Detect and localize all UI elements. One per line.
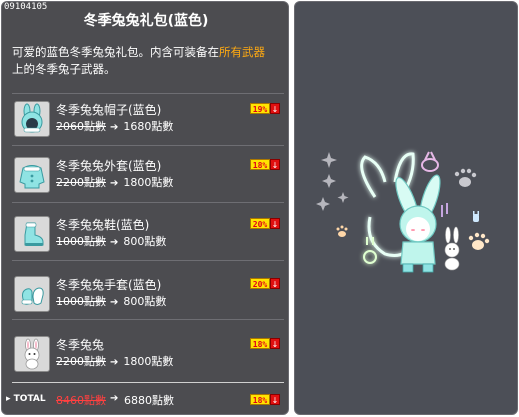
coat-icon <box>14 157 50 193</box>
discount-badge: 20% ↓ <box>250 278 280 289</box>
sale-price: 1800點數 <box>123 355 174 368</box>
arrow-down-icon: ↓ <box>270 278 280 289</box>
description-highlight: 所有武器 <box>219 45 265 59</box>
item-name: 冬季兔兔 <box>56 338 105 352</box>
item-name: 冬季兔兔手套(蓝色) <box>56 278 162 292</box>
bunny-head-icon <box>421 151 439 172</box>
list-item-shoes[interactable]: 冬季兔兔鞋(蓝色) 1000點數 ➔ 800點數 20% ↓ <box>12 214 284 256</box>
description-text-2: 上的冬季兔子武器。 <box>12 62 116 76</box>
original-price: 1000點數 <box>56 235 106 248</box>
discount-percent: 20% <box>250 218 270 229</box>
character-sprite <box>395 174 441 273</box>
price-line: 2060點數 ➔ 1680點數 <box>56 118 173 134</box>
discount-badge: 18% ↓ <box>250 338 280 349</box>
divider <box>12 202 284 203</box>
divider <box>12 260 284 261</box>
divider <box>12 93 284 94</box>
arrow-down-icon: ↓ <box>270 103 280 114</box>
arrow-right-icon: ➔ <box>110 297 119 308</box>
paw-print-small-icon <box>336 225 348 237</box>
discount-badge: 19% ↓ <box>250 103 280 114</box>
list-item-hat[interactable]: 冬季兔兔帽子(蓝色) 2060點數 ➔ 1680點數 19% ↓ <box>12 99 284 141</box>
arrow-down-icon: ↓ <box>270 394 280 405</box>
arrow-right-icon: ➔ <box>110 393 119 404</box>
feather-icon <box>441 203 448 217</box>
bunny-pet-icon <box>444 226 460 271</box>
item-name: 冬季兔兔鞋(蓝色) <box>56 218 150 232</box>
gloves-icon <box>14 276 50 312</box>
discount-badge: 18% ↓ <box>250 159 280 170</box>
discount-percent: 18% <box>250 159 270 170</box>
item-name: 冬季兔兔外套(蓝色) <box>56 159 162 173</box>
price-line: 1000點數 ➔ 800點數 <box>56 293 166 309</box>
discount-percent: 20% <box>250 278 270 289</box>
arrow-right-icon: ➔ <box>110 357 119 368</box>
price-line: 2200點數 ➔ 1800點數 <box>56 353 173 369</box>
small-glow-bunny-icon <box>363 237 377 264</box>
paw-print-icon <box>454 168 477 187</box>
divider <box>12 319 284 320</box>
package-description: 可爱的蓝色冬季兔兔礼包。内含可装备在所有武器上的冬季兔子武器。 <box>12 44 284 78</box>
list-item-coat[interactable]: 冬季兔兔外套(蓝色) 2200點數 ➔ 1800點數 18% ↓ <box>12 155 284 197</box>
original-price: 2060點數 <box>56 120 106 133</box>
divider <box>12 145 284 146</box>
list-item-gloves[interactable]: 冬季兔兔手套(蓝色) 1000點數 ➔ 800點數 20% ↓ <box>12 274 284 316</box>
original-price: 1000點數 <box>56 295 106 308</box>
list-item-bunny[interactable]: 冬季兔兔 2200點數 ➔ 1800點數 18% ↓ <box>12 334 284 376</box>
sale-price: 800點數 <box>123 295 167 308</box>
character-preview-panel <box>294 1 518 415</box>
shoes-icon <box>14 216 50 252</box>
price-line: 1000點數 ➔ 800點數 <box>56 233 166 249</box>
total-divider <box>12 382 284 383</box>
arrow-right-icon: ➔ <box>110 237 119 248</box>
sale-price: 1800點數 <box>123 176 174 189</box>
price-line: 2200點數 ➔ 1800點數 <box>56 174 173 190</box>
discount-badge: 20% ↓ <box>250 218 280 229</box>
bunny-weapon-icon <box>14 336 50 372</box>
tiny-bunny-icon <box>473 211 479 222</box>
package-title: 冬季兔兔礼包(蓝色) <box>83 13 209 29</box>
arrow-right-icon: ➔ <box>110 178 119 189</box>
character-preview <box>316 151 490 273</box>
original-price: 2200點數 <box>56 176 106 189</box>
total-discount-badge: 18% ↓ <box>250 394 280 405</box>
total-original-price: 8460點數 <box>56 394 106 407</box>
arrow-down-icon: ↓ <box>270 218 280 229</box>
discount-percent: 18% <box>250 338 270 349</box>
arrow-down-icon: ↓ <box>270 159 280 170</box>
bunny-hat-icon <box>14 101 50 137</box>
sale-price: 1680點數 <box>123 120 174 133</box>
paw-print-icon <box>468 232 490 250</box>
discount-percent: 19% <box>250 103 270 114</box>
total-price: 6880點數 <box>124 394 174 407</box>
original-price: 2200點數 <box>56 355 106 368</box>
description-text: 可爱的蓝色冬季兔兔礼包。内含可装备在 <box>12 45 219 59</box>
arrow-down-icon: ↓ <box>270 338 280 349</box>
item-name: 冬季兔兔帽子(蓝色) <box>56 103 162 117</box>
total-label: ▸ TOTAL <box>6 394 46 404</box>
discount-percent: 18% <box>250 394 270 405</box>
total-label-text: TOTAL <box>13 394 46 404</box>
package-info-panel: 09104105 冬季兔兔礼包(蓝色) 可爱的蓝色冬季兔兔礼包。内含可装备在所有… <box>1 1 289 415</box>
sale-price: 800點數 <box>123 235 167 248</box>
sparkle-icon <box>316 152 349 211</box>
arrow-right-icon: ➔ <box>110 122 119 133</box>
